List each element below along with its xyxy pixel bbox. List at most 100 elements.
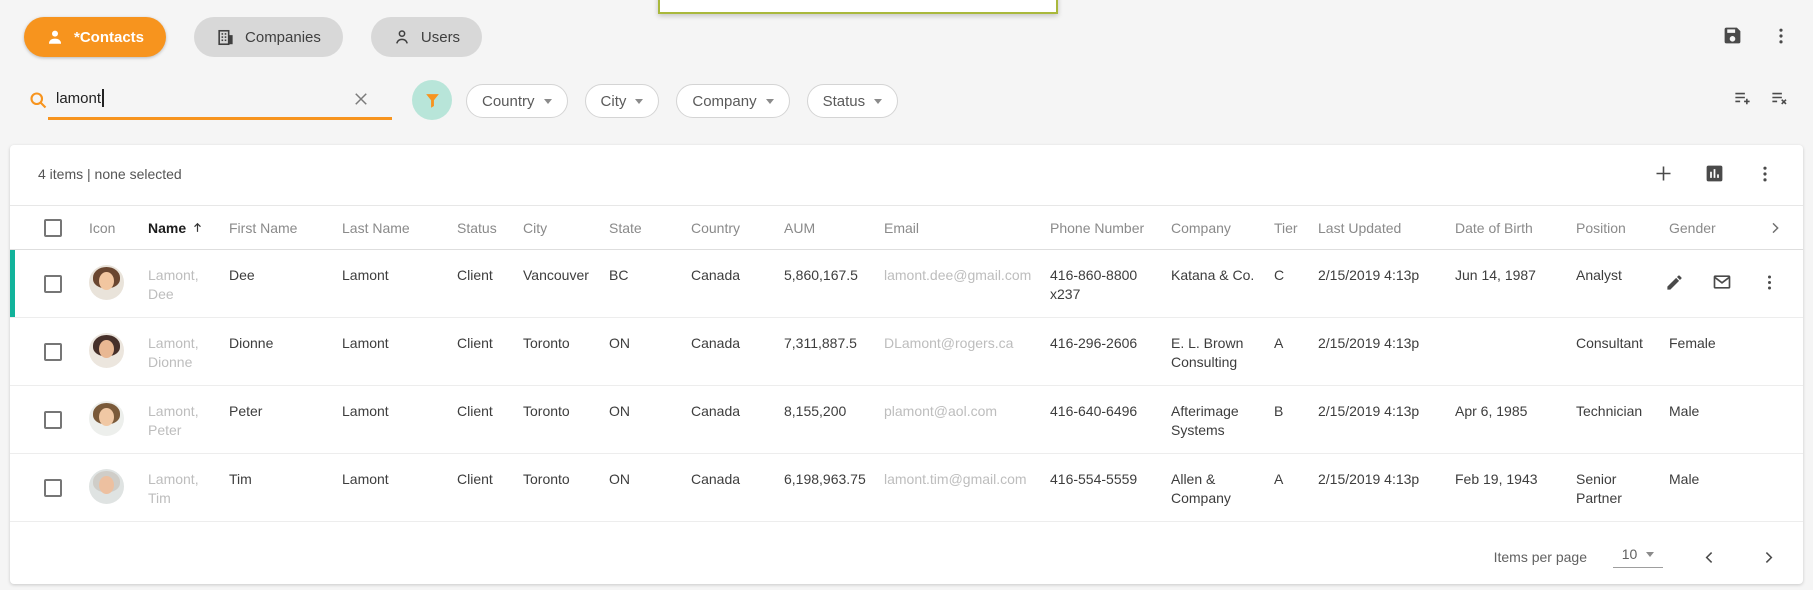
col-header-position[interactable]: Position bbox=[1576, 220, 1669, 236]
col-header-city[interactable]: City bbox=[523, 220, 609, 236]
cell-name: Lamont, Peter bbox=[148, 386, 229, 440]
col-header-last-updated[interactable]: Last Updated bbox=[1318, 220, 1455, 236]
cell-first-name: Peter bbox=[229, 386, 342, 421]
chart-view-button[interactable] bbox=[1704, 163, 1725, 184]
page-size-select[interactable]: 10 bbox=[1613, 546, 1663, 568]
cell-last-name: Lamont bbox=[342, 386, 457, 421]
overflow-menu-button[interactable] bbox=[1771, 25, 1791, 46]
row-menu-button[interactable] bbox=[1760, 273, 1779, 292]
search-input[interactable]: lamont bbox=[56, 89, 346, 107]
cell-last-updated: 2/15/2019 4:13p bbox=[1318, 318, 1455, 353]
building-icon bbox=[216, 28, 235, 47]
col-header-phone[interactable]: Phone Number bbox=[1050, 220, 1171, 236]
col-header-gender[interactable]: Gender bbox=[1669, 220, 1750, 236]
chevron-down-icon bbox=[635, 99, 643, 104]
row-checkbox[interactable] bbox=[44, 343, 62, 361]
add-contact-button[interactable] bbox=[1653, 163, 1674, 184]
items-per-page-label: Items per page bbox=[1494, 549, 1587, 565]
cell-email: lamont.dee@gmail.com bbox=[884, 250, 1050, 285]
cell-gender: Female bbox=[1669, 318, 1750, 353]
entity-tabs: *Contacts Companies Users bbox=[24, 17, 482, 57]
table-row[interactable]: Lamont, Peter Peter Lamont Client Toront… bbox=[10, 386, 1803, 454]
cell-name: Lamont, Dionne bbox=[148, 318, 229, 372]
cell-company: Allen & Company bbox=[1171, 454, 1274, 508]
cell-country: Canada bbox=[691, 454, 784, 489]
partial-dialog bbox=[658, 0, 1058, 14]
cell-status: Client bbox=[457, 386, 523, 421]
cell-tier: A bbox=[1274, 454, 1318, 489]
cell-city: Toronto bbox=[523, 386, 609, 421]
table-row[interactable]: Lamont, Tim Tim Lamont Client Toronto ON… bbox=[10, 454, 1803, 522]
filter-status[interactable]: Status bbox=[807, 84, 899, 118]
table-header-row: Icon Name First Name Last Name Status Ci… bbox=[10, 205, 1803, 250]
cell-company: Afterimage Systems bbox=[1171, 386, 1274, 440]
cell-tier: B bbox=[1274, 386, 1318, 421]
cell-first-name: Dionne bbox=[229, 318, 342, 353]
search-box: lamont bbox=[28, 84, 392, 120]
filter-company[interactable]: Company bbox=[676, 84, 789, 118]
row-checkbox[interactable] bbox=[44, 275, 62, 293]
select-all-checkbox[interactable] bbox=[44, 219, 62, 237]
filter-button[interactable] bbox=[412, 80, 452, 120]
save-button[interactable] bbox=[1722, 25, 1743, 46]
cell-last-updated: 2/15/2019 4:13p bbox=[1318, 454, 1455, 489]
bar-chart-icon bbox=[1704, 163, 1725, 184]
chevron-right-icon bbox=[1767, 220, 1783, 236]
col-header-email[interactable]: Email bbox=[884, 220, 1050, 236]
row-checkbox[interactable] bbox=[44, 411, 62, 429]
filter-city[interactable]: City bbox=[585, 84, 660, 118]
col-header-label: Name bbox=[148, 220, 186, 236]
col-header-first-name[interactable]: First Name bbox=[229, 220, 342, 236]
chevron-down-icon bbox=[1646, 552, 1654, 557]
col-header-state[interactable]: State bbox=[609, 220, 691, 236]
row-checkbox[interactable] bbox=[44, 479, 62, 497]
cell-status: Client bbox=[457, 318, 523, 353]
cell-gender: Male bbox=[1669, 386, 1750, 421]
next-page-button[interactable] bbox=[1760, 549, 1777, 566]
cell-phone: 416-554-5559 bbox=[1050, 454, 1171, 489]
cell-phone: 416-640-6496 bbox=[1050, 386, 1171, 421]
cell-company: Katana & Co. bbox=[1171, 250, 1274, 285]
previous-page-button[interactable] bbox=[1701, 549, 1718, 566]
sort-ascending-icon bbox=[191, 221, 204, 234]
avatar bbox=[89, 265, 124, 300]
cell-city: Vancouver bbox=[523, 250, 609, 285]
kebab-icon bbox=[1771, 26, 1791, 46]
kebab-icon bbox=[1755, 164, 1775, 184]
cell-email: DLamont@rogers.ca bbox=[884, 318, 1050, 353]
table-row[interactable]: Lamont, Dionne Dionne Lamont Client Toro… bbox=[10, 318, 1803, 386]
active-row-indicator bbox=[10, 250, 15, 317]
cell-city: Toronto bbox=[523, 318, 609, 353]
scroll-columns-right-button[interactable] bbox=[1767, 220, 1783, 236]
email-contact-button[interactable] bbox=[1712, 272, 1732, 292]
pencil-icon bbox=[1665, 273, 1684, 292]
col-header-tier[interactable]: Tier bbox=[1274, 220, 1318, 236]
playlist-add-button[interactable] bbox=[1733, 88, 1752, 107]
tab-users[interactable]: Users bbox=[371, 17, 482, 57]
col-header-status[interactable]: Status bbox=[457, 220, 523, 236]
col-header-country[interactable]: Country bbox=[691, 220, 784, 236]
clear-search-button[interactable] bbox=[352, 90, 370, 108]
col-header-last-name[interactable]: Last Name bbox=[342, 220, 457, 236]
cell-tier: A bbox=[1274, 318, 1318, 353]
tab-label: Users bbox=[421, 29, 460, 46]
top-toolbar: *Contacts Companies Users bbox=[0, 0, 1813, 72]
col-header-name[interactable]: Name bbox=[148, 220, 229, 236]
filter-country[interactable]: Country bbox=[466, 84, 568, 118]
col-header-company[interactable]: Company bbox=[1171, 220, 1274, 236]
table-row[interactable]: Lamont, Dee Dee Lamont Client Vancouver … bbox=[10, 250, 1803, 318]
filter-label: Status bbox=[823, 93, 866, 110]
chevron-left-icon bbox=[1701, 549, 1718, 566]
cell-date-of-birth: Feb 19, 1943 bbox=[1455, 454, 1576, 489]
text-cursor bbox=[102, 89, 104, 107]
table-menu-button[interactable] bbox=[1755, 164, 1775, 184]
tab-contacts[interactable]: *Contacts bbox=[24, 17, 166, 57]
filter-label: Country bbox=[482, 93, 535, 110]
cell-position: Consultant bbox=[1576, 318, 1669, 353]
playlist-remove-button[interactable] bbox=[1770, 88, 1789, 107]
results-card: 4 items | none selected Icon Na bbox=[10, 145, 1803, 584]
tab-companies[interactable]: Companies bbox=[194, 17, 343, 57]
col-header-aum[interactable]: AUM bbox=[784, 220, 884, 236]
edit-contact-button[interactable] bbox=[1665, 273, 1684, 292]
col-header-date-of-birth[interactable]: Date of Birth bbox=[1455, 220, 1576, 236]
